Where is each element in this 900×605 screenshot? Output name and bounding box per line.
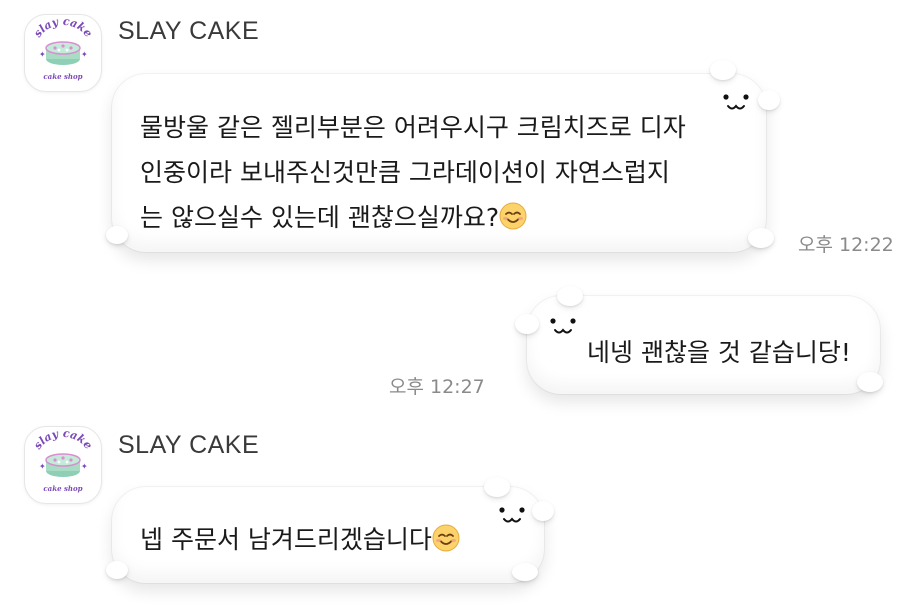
message-text: 물방울 같은 젤리부분은 어려우시구 크림치즈로 디자 인중이라 보내주신것만큼… bbox=[140, 105, 686, 240]
svg-text:✦: ✦ bbox=[81, 50, 88, 59]
sender-name: SLAY CAKE bbox=[118, 431, 260, 459]
cake-logo-icon: slay cake ✦ ✦ cake shop bbox=[31, 15, 95, 81]
cat-face-icon bbox=[716, 88, 758, 118]
message-text: 네넹 괜찮을 것 같습니당! bbox=[587, 338, 851, 367]
message-time: 오후 12:27 bbox=[389, 376, 485, 398]
cat-face-icon bbox=[492, 501, 534, 531]
bubble-paw bbox=[512, 563, 538, 581]
bubble-ear bbox=[710, 60, 736, 80]
message-line-text: 넵 주문서 남겨드리겠습니다 bbox=[140, 525, 432, 554]
bubble-paw bbox=[106, 561, 128, 579]
smiling-face-emoji bbox=[432, 524, 460, 552]
message-bubble[interactable]: 네넹 괜찮을 것 같습니당! bbox=[515, 286, 883, 394]
message-text: 넵 주문서 남겨드리겠습니다 bbox=[140, 517, 460, 562]
avatar-logo-top: slay cake bbox=[31, 15, 95, 40]
message-line-text: 는 않으실수 있는데 괜찮으실까요? bbox=[140, 203, 500, 232]
sender-avatar[interactable]: slay cake ✦ ✦ cake shop bbox=[24, 426, 102, 504]
cake-logo-icon: slay cake ✦ ✦ cake shop bbox=[31, 427, 95, 493]
bubble-paw bbox=[106, 226, 128, 244]
avatar-logo-top: slay cake bbox=[31, 427, 95, 452]
bubble-paw bbox=[857, 372, 883, 392]
bubble-paw bbox=[748, 228, 774, 248]
message-line: 물방울 같은 젤리부분은 어려우시구 크림치즈로 디자 bbox=[140, 113, 686, 142]
message-line: 는 않으실수 있는데 괜찮으실까요? bbox=[140, 195, 686, 240]
sender-avatar[interactable]: slay cake ✦ ✦ cake shop bbox=[24, 14, 102, 92]
svg-text:✦: ✦ bbox=[39, 50, 46, 59]
bubble-ear bbox=[484, 477, 510, 497]
avatar-logo-bottom: cake shop bbox=[43, 72, 82, 81]
message-time: 오후 12:22 bbox=[798, 234, 894, 256]
message-bubble[interactable]: 넵 주문서 남겨드리겠습니다 bbox=[106, 477, 554, 583]
bubble-ear bbox=[515, 314, 539, 334]
message-bubble[interactable]: 물방울 같은 젤리부분은 어려우시구 크림치즈로 디자 인중이라 보내주신것만큼… bbox=[106, 60, 780, 252]
bubble-ear bbox=[557, 286, 583, 306]
smiling-face-emoji bbox=[499, 202, 527, 230]
cat-face-icon bbox=[543, 312, 585, 342]
avatar-logo-bottom: cake shop bbox=[43, 484, 82, 493]
bubble-ear bbox=[758, 90, 780, 110]
svg-text:✦: ✦ bbox=[81, 462, 88, 471]
svg-text:✦: ✦ bbox=[39, 462, 46, 471]
bubble-ear bbox=[532, 501, 554, 521]
sender-name: SLAY CAKE bbox=[118, 17, 260, 45]
message-line: 인중이라 보내주신것만큼 그라데이션이 자연스럽지 bbox=[140, 158, 670, 187]
